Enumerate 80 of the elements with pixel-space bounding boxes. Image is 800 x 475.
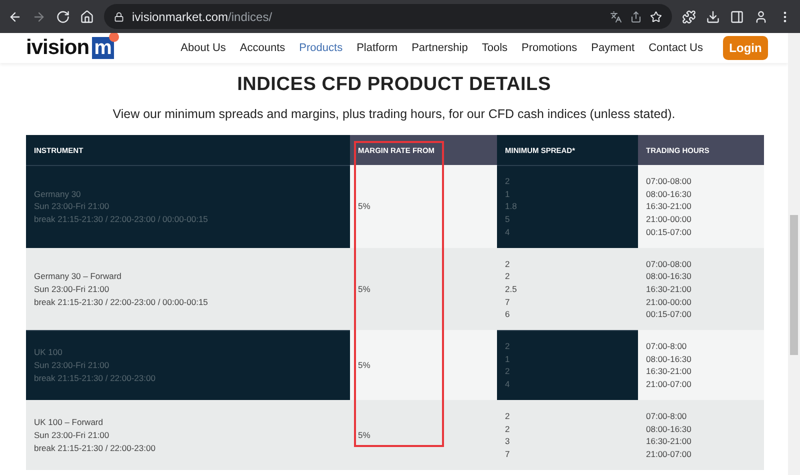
cell-text: 08:00-16:30 xyxy=(646,188,692,200)
cell-text: 16:30-21:00 xyxy=(646,282,692,296)
forward-icon[interactable] xyxy=(32,10,46,24)
cell-text: 1.8 xyxy=(505,200,517,214)
cell-text: 5% xyxy=(358,200,370,214)
cell-text: 5 xyxy=(505,213,511,226)
cell-text: 2.5 xyxy=(505,282,517,296)
nav-link[interactable]: Tools xyxy=(482,42,508,54)
cell-text: 1 xyxy=(505,352,510,366)
cell-text: 2 xyxy=(505,365,510,378)
cell-text: Sun 23:00-Fri 21:00 xyxy=(34,282,110,296)
cell-text: 08:00-16:30 xyxy=(646,270,692,283)
home-icon[interactable] xyxy=(80,10,94,24)
side-panel-icon[interactable] xyxy=(730,10,744,24)
cell-text: 5% xyxy=(358,282,370,296)
cell-text: break 21:15-21:30 / 22:00-23:00 / 00:00-00:15 xyxy=(34,213,208,226)
cell-text: 2 xyxy=(505,175,511,188)
cell-text: 08:00-16:30 xyxy=(646,422,692,436)
cell-text: Germany 30 xyxy=(34,188,82,200)
page-heading: INDICES CFD PRODUCT DETAILS xyxy=(236,74,552,96)
cell-text: 2 xyxy=(505,258,511,270)
cell-text: break 21:15-21:30 / 22:00-23:00 xyxy=(34,372,156,384)
translate-icon[interactable] xyxy=(610,10,622,22)
nav-link[interactable]: Partnership xyxy=(412,42,468,54)
profile-icon[interactable] xyxy=(754,10,768,24)
cell-text: 07:00-08:00 xyxy=(646,258,692,270)
nav-link[interactable]: About Us xyxy=(180,42,226,54)
cell-text: 16:30-21:00 xyxy=(646,200,692,214)
cell-text: UK 100 xyxy=(34,346,64,360)
logo-text[interactable]: ivision xyxy=(26,36,90,60)
cell-text: break 21:15-21:30 / 22:00-23:00 xyxy=(34,442,156,454)
cell-text: 2 xyxy=(505,422,510,436)
cell-text: 4 xyxy=(505,378,510,391)
cell-text: break 21:15-21:30 / 22:00-23:00 / 00:00-00:15 xyxy=(34,296,208,308)
cell-text: 07:00-8:00 xyxy=(646,340,688,353)
cell-text: 5% xyxy=(358,359,370,372)
cell-text: 00:15-07:00 xyxy=(646,226,692,239)
cell-text: 7 xyxy=(505,448,510,461)
url-text: ivisionmarket.com/indices/ xyxy=(132,10,272,24)
cell-text: 21:00-00:00 xyxy=(646,213,692,226)
page-subheading: View our minimum spreads and margins, plus trading hours, for our CFD cash indices (unless stated). xyxy=(112,107,676,121)
cell-text: 21:00-07:00 xyxy=(646,378,692,391)
puzzle-icon[interactable] xyxy=(682,10,696,24)
address-bar[interactable]: ivisionmarket.com/indices/ xyxy=(104,4,672,29)
cell-text: 07:00-8:00 xyxy=(646,410,688,423)
nav-link[interactable]: Platform xyxy=(356,42,398,54)
cell-text: 16:30-21:00 xyxy=(646,365,692,378)
nav-link[interactable]: Contact Us xyxy=(648,42,703,54)
cell-text: 6 xyxy=(505,308,511,322)
cell-text: Sun 23:00-Fri 21:00 xyxy=(34,359,110,372)
share-icon[interactable] xyxy=(630,10,642,22)
nav-link[interactable]: Promotions xyxy=(522,42,578,54)
cell-text: 21:00-00:00 xyxy=(646,296,692,308)
back-icon[interactable] xyxy=(8,10,22,24)
download-icon[interactable] xyxy=(706,10,720,24)
cell-text: 2 xyxy=(505,340,510,353)
cell-text: 07:00-08:00 xyxy=(646,175,692,188)
cell-text: Germany 30 – Forward xyxy=(34,270,122,283)
logo-dot xyxy=(109,33,120,42)
cell-text: 08:00-16:30 xyxy=(646,352,692,366)
nav-link[interactable]: Payment xyxy=(591,42,635,54)
nav-link[interactable]: Products xyxy=(299,42,343,54)
cell-text: UK 100 – Forward xyxy=(34,416,104,429)
cell-text: Sun 23:00-Fri 21:00 xyxy=(34,428,110,442)
cell-text: 21:00-07:00 xyxy=(646,448,692,461)
cell-text: 2 xyxy=(505,270,511,283)
cell-text: Sun 23:00-Fri 21:00 xyxy=(34,200,110,214)
logo-mark[interactable]: m xyxy=(92,37,114,59)
cell-text: 5% xyxy=(358,428,370,442)
cell-text: 16:30-21:00 xyxy=(646,435,692,448)
cell-text: 7 xyxy=(505,296,511,308)
cell-text: 3 xyxy=(505,435,510,448)
star-icon[interactable] xyxy=(650,10,662,22)
cell-text: 2 xyxy=(505,410,510,423)
reload-icon[interactable] xyxy=(56,10,70,24)
nav-link[interactable]: Accounts xyxy=(240,42,286,54)
cell-text: 1 xyxy=(505,188,511,200)
cell-text: 4 xyxy=(505,226,511,239)
lock-icon xyxy=(114,12,124,22)
cell-text: 00:15-07:00 xyxy=(646,308,692,322)
